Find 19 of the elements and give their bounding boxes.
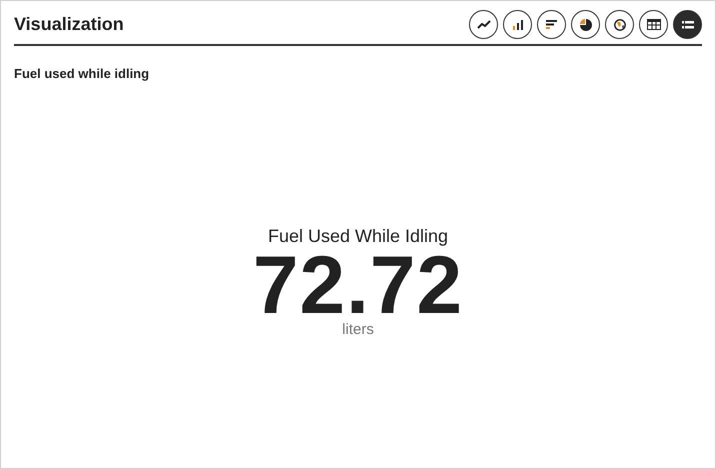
metric-label: Fuel Used While Idling bbox=[268, 226, 448, 247]
chart-type-button[interactable] bbox=[639, 10, 668, 39]
globe-icon bbox=[614, 18, 626, 30]
chart-type-button[interactable] bbox=[469, 10, 498, 39]
metric-unit: liters bbox=[342, 321, 374, 338]
chart-type-button[interactable] bbox=[537, 10, 566, 39]
chart-type-button[interactable] bbox=[571, 10, 600, 39]
line-chart-icon bbox=[476, 20, 490, 30]
chart-type-button[interactable] bbox=[605, 10, 634, 39]
metric-value: 72.72 bbox=[252, 251, 464, 321]
table-icon bbox=[646, 19, 660, 30]
panel-title: Visualization bbox=[14, 14, 124, 35]
bar-chart-icon bbox=[512, 20, 522, 30]
horizontal-bar-icon bbox=[546, 20, 557, 29]
chart-type-button[interactable] bbox=[673, 10, 702, 39]
chart-title: Fuel used while idling bbox=[14, 66, 150, 81]
list-icon bbox=[682, 20, 694, 28]
chart-type-button[interactable] bbox=[503, 10, 532, 39]
pie-chart-icon bbox=[580, 18, 592, 30]
